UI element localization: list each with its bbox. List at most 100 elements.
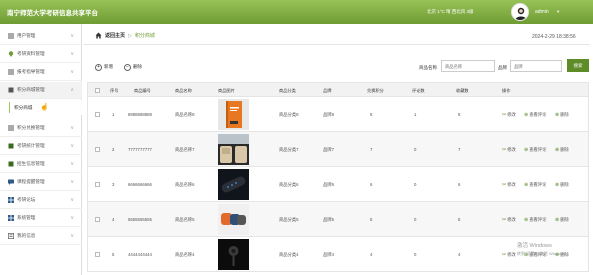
current-datetime: 2024-2-29 18:38:56 <box>532 34 576 40</box>
minus-icon: − <box>124 63 131 71</box>
view-comments-button[interactable]: ⊕ 查看评论 <box>524 147 546 153</box>
user-name[interactable]: admin <box>535 9 549 15</box>
site-title: 南宁师范大学考研信息共享平台 <box>7 10 98 17</box>
sidebar-item-course-reminder[interactable]: 课程提醒管理 ∨ <box>0 174 82 191</box>
weather-info: 北京 1°C 晴 西北风 3级 <box>427 9 474 14</box>
column-header: 评论数 <box>412 88 425 93</box>
windows-activation-watermark: 激活 Windows 转到"设置"以激活 Windows。 <box>517 243 569 257</box>
delete-row-button[interactable]: ⊗ 删除 <box>555 112 569 118</box>
product-name-input[interactable] <box>441 60 495 72</box>
row-checkbox[interactable] <box>95 112 100 117</box>
comments-cell: 0 <box>414 217 417 222</box>
sidebar-item-points-exchange[interactable]: 积分兑换管理 ∨ <box>0 120 82 137</box>
sidebar: 用户管理 ∨ 考研资料管理 ∨ 报考指导管理 ∨ 积分商城管理 ∧ 积分商城 ☝… <box>0 24 82 275</box>
delete-button[interactable]: − 删除 <box>124 62 142 72</box>
view-icon: ⊕ <box>524 182 529 188</box>
car-interior-image <box>218 134 249 165</box>
name-cell: 商品名称5 <box>175 217 195 222</box>
brand-cell: 品牌8 <box>323 112 334 117</box>
sidebar-item-system[interactable]: 系统管理 ∨ <box>0 210 82 227</box>
delete-row-button[interactable]: ⊗ 删除 <box>555 217 569 223</box>
table-row: 1 8888888888 商品名称8 商品分类8 品牌8 8 1 8 ✂ 修改 ⊕… <box>87 97 589 132</box>
brand-cell: 品牌5 <box>323 217 334 222</box>
comments-cell: 0 <box>414 147 417 152</box>
edit-icon: ✂ <box>502 182 507 188</box>
user-menu-caret-icon[interactable]: ▾ <box>557 9 559 15</box>
delete-row-button[interactable]: ⊗ 删除 <box>555 147 569 153</box>
book-icon <box>8 161 14 167</box>
edit-button[interactable]: ✂ 修改 <box>502 112 516 118</box>
view-comments-button[interactable]: ⊕ 查看评论 <box>524 182 546 188</box>
select-all-checkbox[interactable] <box>95 88 100 93</box>
search-button[interactable]: 搜索 <box>567 59 589 72</box>
earbuds-image <box>218 239 249 270</box>
code-cell: 4444444444 <box>128 252 152 257</box>
name-cell: 商品名称7 <box>175 147 195 152</box>
chat-icon <box>8 179 14 185</box>
chevron-down-icon: ∨ <box>70 125 74 131</box>
view-icon: ⊕ <box>524 112 529 118</box>
row-checkbox[interactable] <box>95 147 100 152</box>
edit-button[interactable]: ✂ 修改 <box>502 252 516 258</box>
divider <box>84 44 590 45</box>
row-checkbox[interactable] <box>95 217 100 222</box>
sidebar-item-guidance[interactable]: 报考指导管理 ∨ <box>0 64 82 81</box>
view-icon: ⊕ <box>524 217 529 223</box>
code-cell: 7777777777 <box>128 147 152 152</box>
sidebar-item-points-mall[interactable]: 积分商城管理 ∧ <box>0 82 82 99</box>
row-checkbox[interactable] <box>95 252 100 257</box>
sidebar-item-my-info[interactable]: 我的信息 ∨ <box>0 228 82 245</box>
table-row: 4 5555555555 商品名称5 商品分类5 品牌5 5 0 5 ✂ 修改 ⊕… <box>87 202 589 237</box>
delete-icon: ⊗ <box>555 112 560 118</box>
seq-cell: 5 <box>112 252 115 257</box>
points-cell: 5 <box>370 217 373 222</box>
category-cell: 商品分类8 <box>279 112 299 117</box>
add-button-label: 新增 <box>104 64 113 69</box>
seq-cell: 3 <box>112 182 115 187</box>
list-icon <box>8 69 14 75</box>
delete-icon: ⊗ <box>555 147 560 153</box>
edit-button[interactable]: ✂ 修改 <box>502 147 516 153</box>
table-row: 5 4444444444 商品名称4 商品分类4 品牌4 4 0 4 ✂ 修改 ⊕… <box>87 237 589 272</box>
edit-button[interactable]: ✂ 修改 <box>502 217 516 223</box>
sidebar-item-materials[interactable]: 考研资料管理 ∨ <box>0 46 82 63</box>
sidebar-item-label: 积分商城管理 <box>17 87 45 92</box>
row-checkbox[interactable] <box>95 182 100 187</box>
edit-button[interactable]: ✂ 修改 <box>502 182 516 188</box>
column-header: 序号 <box>110 88 119 93</box>
avatar[interactable] <box>511 3 529 21</box>
sidebar-item-label: 系统管理 <box>17 215 36 220</box>
home-icon[interactable] <box>95 32 102 39</box>
sidebar-item-admissions[interactable]: 招生信息管理 ∨ <box>0 156 82 173</box>
view-comments-button[interactable]: ⊕ 查看评论 <box>524 217 546 223</box>
remote-image <box>218 169 249 200</box>
chevron-down-icon: ∨ <box>70 51 74 57</box>
favorites-cell: 8 <box>458 112 461 117</box>
column-header: 操作 <box>502 88 511 93</box>
name-cell: 商品名称4 <box>175 252 195 257</box>
seq-cell: 1 <box>112 112 115 117</box>
sidebar-item-statistics[interactable]: 考研统计管理 ∨ <box>0 138 82 155</box>
delete-icon: ⊗ <box>555 217 560 223</box>
view-comments-button[interactable]: ⊕ 查看评论 <box>524 112 546 118</box>
breadcrumb-home-link[interactable]: 返回主页 <box>105 32 125 39</box>
profile-icon <box>7 232 15 240</box>
submenu-points-mall[interactable]: 积分商城 ☝ <box>0 100 82 115</box>
comments-cell: 0 <box>414 252 417 257</box>
edit-icon: ✂ <box>502 147 507 153</box>
chevron-down-icon: ∨ <box>70 69 74 75</box>
sidebar-item-forum[interactable]: 考研论坛 ∨ <box>0 192 82 209</box>
sidebar-item-label: 考研论坛 <box>17 197 36 202</box>
watermark-title: 激活 Windows <box>517 243 552 249</box>
chevron-down-icon: ∨ <box>70 161 74 167</box>
delete-button-label: 删除 <box>133 64 142 69</box>
product-name-label: 商品名称 <box>419 65 437 70</box>
sidebar-item-label: 课程提醒管理 <box>17 179 45 184</box>
chevron-down-icon: ∨ <box>70 179 74 185</box>
add-button[interactable]: + 新增 <box>95 62 113 72</box>
brand-input[interactable] <box>510 60 562 72</box>
users-icon <box>8 33 14 39</box>
sidebar-item-users[interactable]: 用户管理 ∨ <box>0 28 82 45</box>
delete-row-button[interactable]: ⊗ 删除 <box>555 182 569 188</box>
plus-icon: + <box>95 63 102 71</box>
